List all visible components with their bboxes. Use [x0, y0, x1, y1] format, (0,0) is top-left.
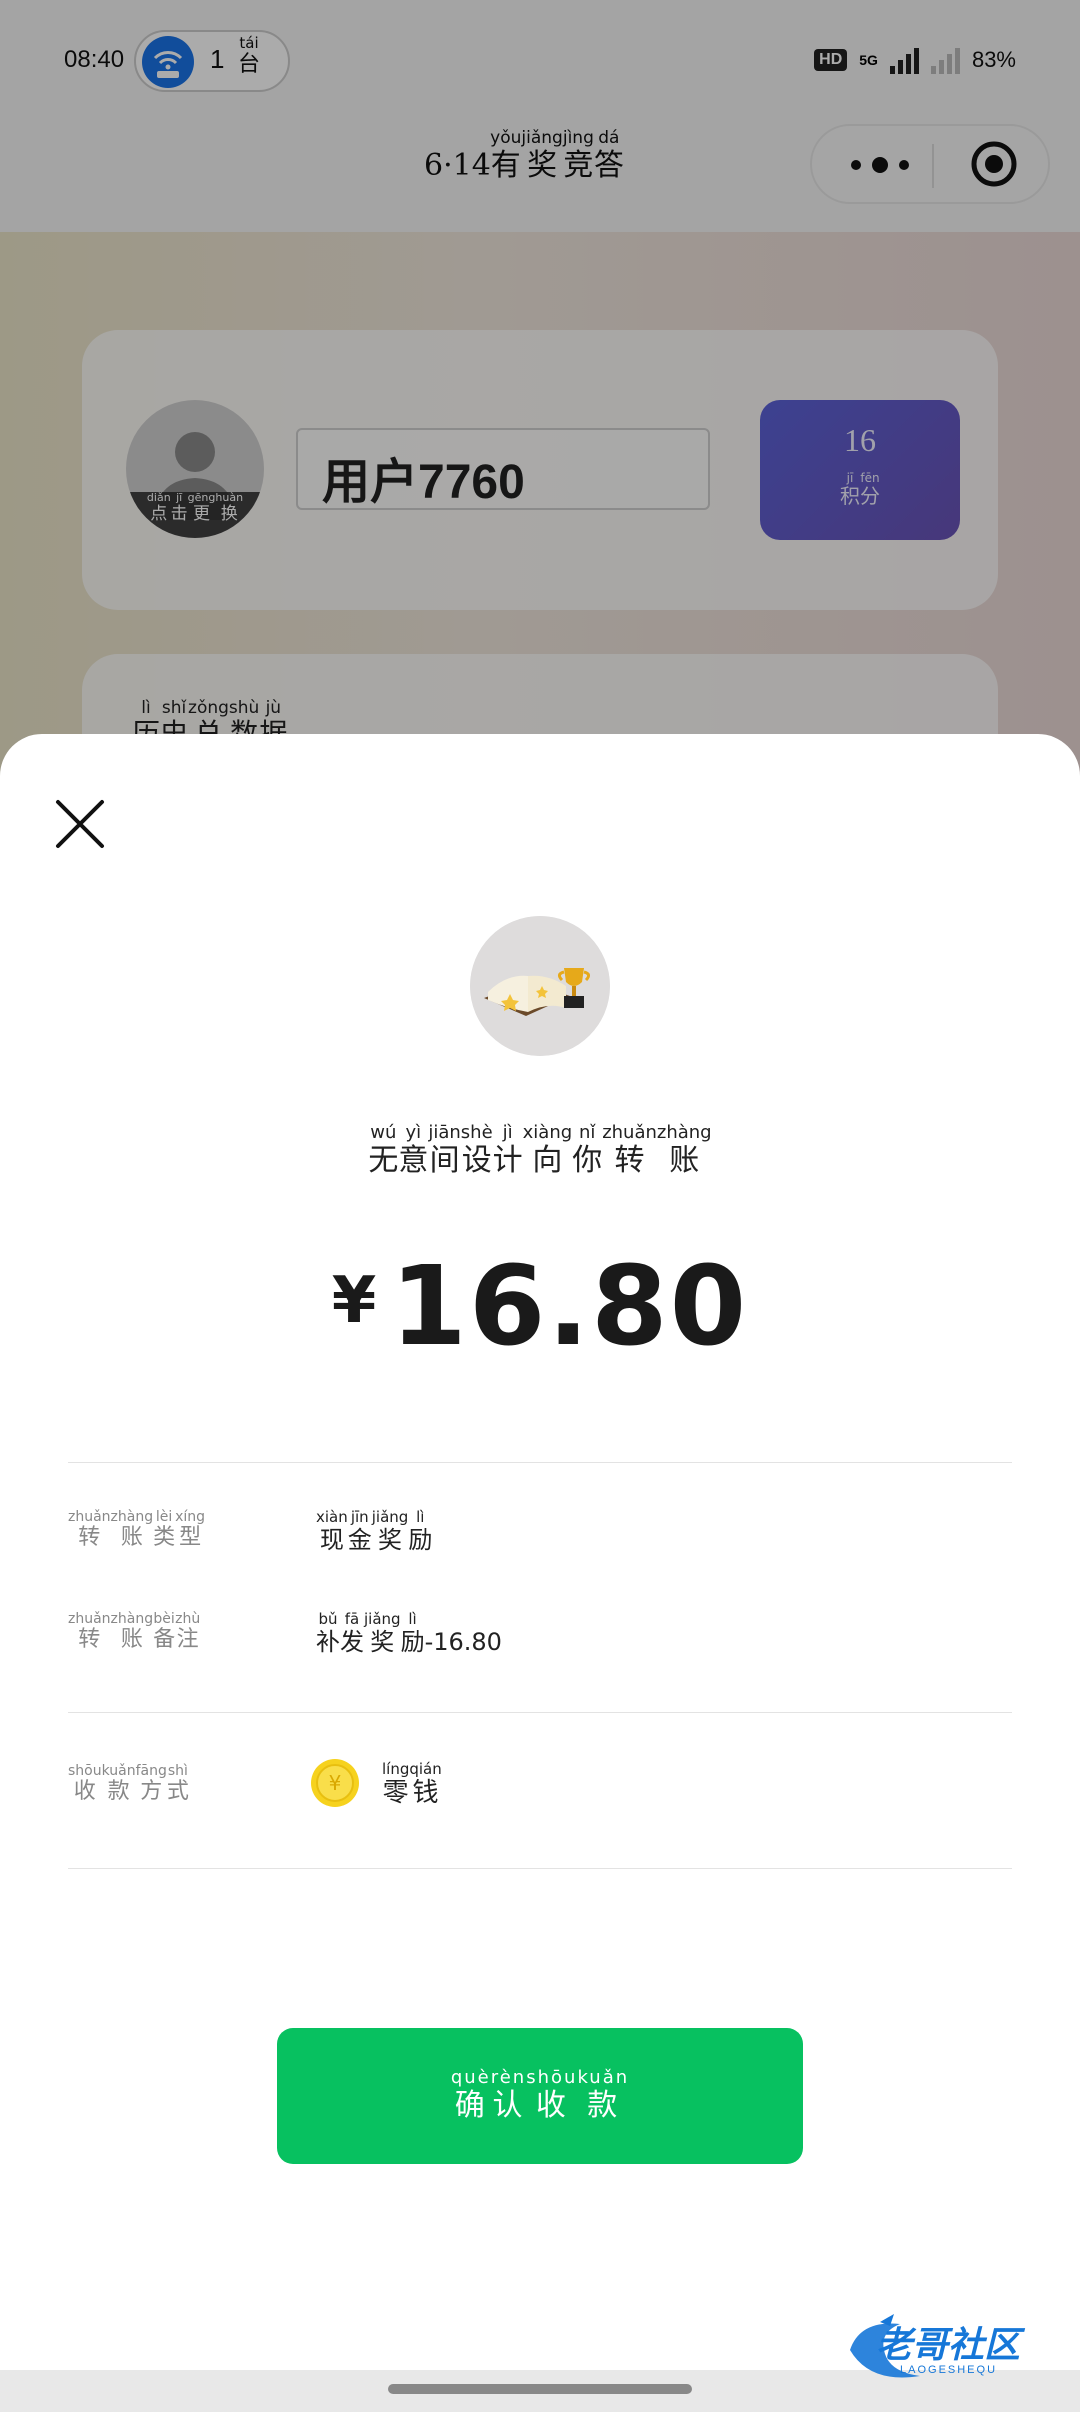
sender-char-0: 无wú	[368, 1122, 399, 1178]
transfer-note-label: 转zhuǎn账zhàng备bèi注zhù	[68, 1611, 201, 1653]
confirm-receipt-button[interactable]: 确què认rèn收shōu款kuǎn	[277, 2028, 803, 2164]
type-label-char-0: 转zhuǎn	[68, 1509, 111, 1550]
method-label-char-1: 款kuǎn	[101, 1763, 136, 1804]
confirm-char-1: 认rèn	[490, 2066, 527, 2123]
confirm-receipt-label: 确què认rèn收shōu款kuǎn	[450, 2066, 630, 2123]
divider	[68, 1712, 1012, 1713]
method-label-char-0: 收shōu	[68, 1763, 102, 1804]
note-value-char-1: 发fā	[340, 1610, 364, 1656]
transfer-amount: ¥16.80	[0, 1242, 1080, 1370]
method-value-char-0: 零líng	[382, 1760, 410, 1808]
type-label-char-3: 型xíng	[175, 1509, 206, 1550]
note-label-char-3: 注zhù	[175, 1611, 201, 1652]
coin-icon: ¥	[311, 1759, 359, 1807]
sender-text: 无wú意yì间jiān设shè计jì向xiàng你nǐ转zhuǎn账zhàng	[0, 1122, 1080, 1179]
note-value-char-3: 励lì	[400, 1610, 425, 1656]
watermark-text: 老哥社区	[876, 2325, 1021, 2366]
note-label-char-2: 备bèi	[153, 1611, 176, 1652]
watermark-subtext: LAOGESHEQU	[900, 2364, 998, 2376]
confirm-char-3: 款kuǎn	[577, 2066, 630, 2123]
sender-char-8: 账zhàng	[656, 1122, 712, 1178]
divider	[68, 1868, 1012, 1869]
coin-symbol: ¥	[329, 1771, 342, 1795]
note-value-char-0: 补bǔ	[316, 1610, 340, 1656]
transfer-sheet: 无wú意yì间jiān设shè计jì向xiàng你nǐ转zhuǎn账zhàng …	[0, 734, 1080, 2412]
type-value-char-3: 励lì	[408, 1508, 433, 1554]
sender-char-4: 计jì	[492, 1122, 523, 1178]
type-value-char-2: 奖jiǎng	[371, 1508, 409, 1554]
type-label-char-1: 账zhàng	[110, 1509, 154, 1550]
sender-char-1: 意yì	[398, 1122, 429, 1178]
confirm-char-2: 收shōu	[526, 2066, 578, 2123]
close-icon[interactable]	[52, 796, 108, 852]
type-value-char-1: 金jīn	[347, 1508, 372, 1554]
sender-char-3: 设shè	[460, 1122, 493, 1178]
book-trophy-icon	[470, 916, 610, 1056]
note-label-char-0: 转zhuǎn	[68, 1611, 111, 1652]
confirm-char-0: 确què	[450, 2066, 491, 2123]
divider	[68, 1462, 1012, 1463]
method-label-char-2: 方fāng	[135, 1763, 167, 1804]
transfer-note-value: 补bǔ发fā奖jiǎng励lì-16.80	[316, 1610, 502, 1657]
payment-method-label: 收shōu款kuǎn方fāng式shì	[68, 1763, 189, 1805]
note-label-char-1: 账zhàng	[110, 1611, 154, 1652]
home-indicator[interactable]	[388, 2384, 692, 2394]
amount-value: 16.80	[390, 1242, 749, 1370]
method-value-char-1: 钱qián	[409, 1760, 442, 1808]
watermark-logo: 老哥社区 LAOGESHEQU	[840, 2310, 1068, 2390]
type-value-char-0: 现xiàn	[316, 1508, 348, 1554]
method-label-char-3: 式shì	[166, 1763, 189, 1804]
currency-symbol: ¥	[331, 1264, 377, 1338]
transfer-type-value: 现xiàn金jīn奖jiǎng励lì	[316, 1508, 433, 1555]
note-value-char-2: 奖jiǎng	[364, 1610, 401, 1656]
note-suffix: -16.80	[424, 1628, 502, 1656]
payment-method-value[interactable]: 零líng钱qián	[382, 1760, 442, 1809]
sender-char-6: 你nǐ	[572, 1122, 603, 1178]
sender-char-7: 转zhuǎn	[602, 1122, 657, 1178]
sender-char-2: 间jiān	[428, 1122, 461, 1178]
type-label-char-2: 类lèi	[153, 1509, 176, 1550]
transfer-type-label: 转zhuǎn账zhàng类lèi型xíng	[68, 1509, 206, 1551]
sender-char-5: 向xiàng	[522, 1122, 573, 1178]
